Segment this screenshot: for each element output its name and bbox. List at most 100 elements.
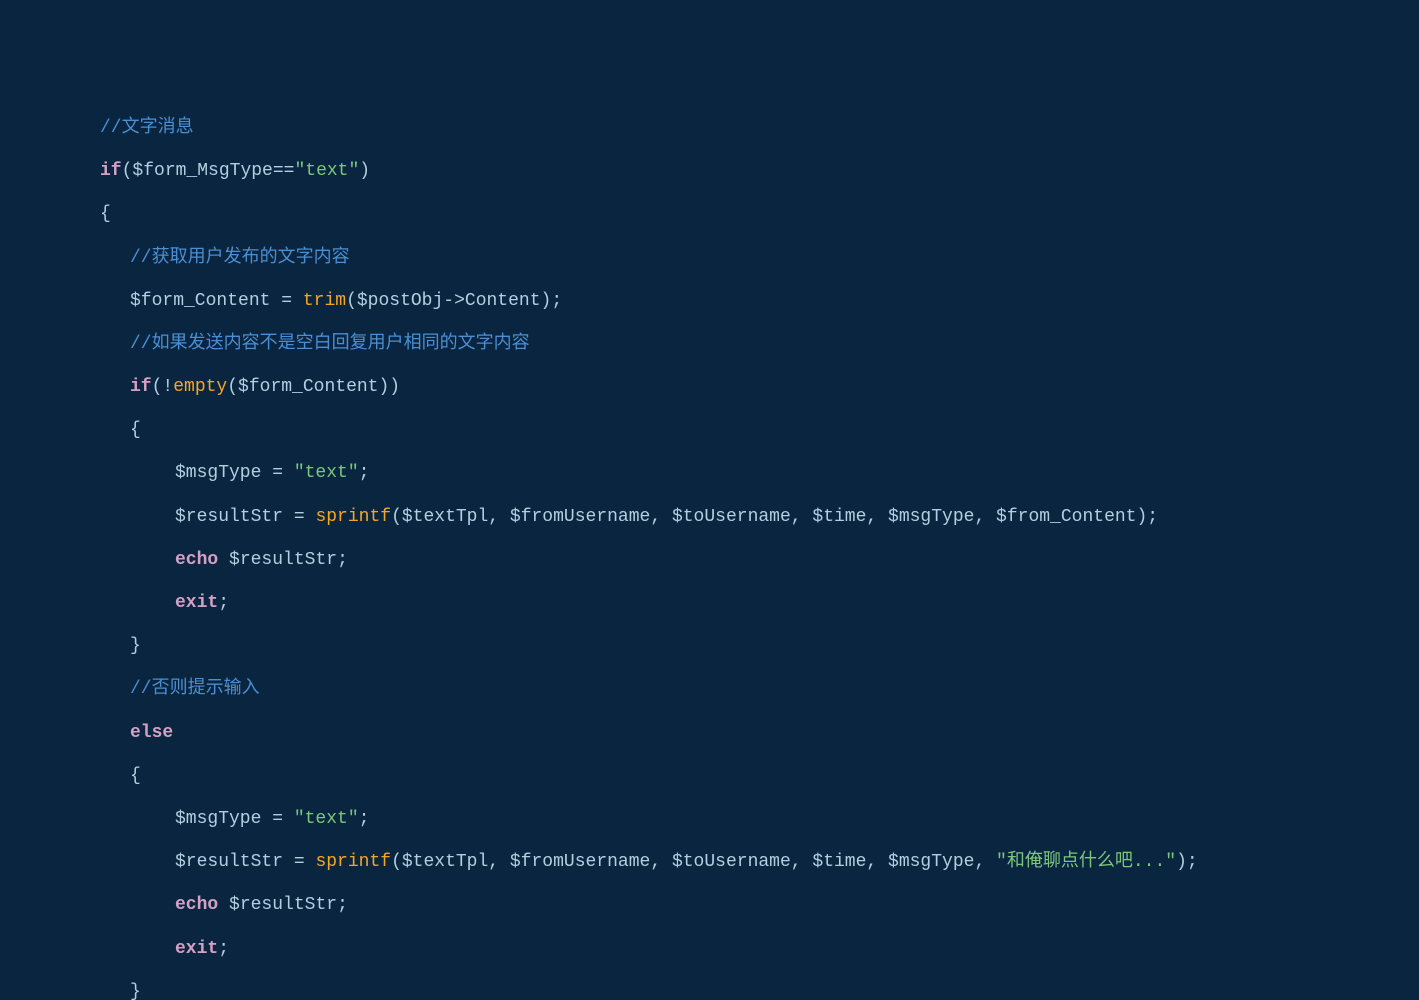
operator: = bbox=[261, 463, 293, 483]
paren: ( bbox=[122, 161, 133, 181]
comma: , bbox=[974, 507, 996, 527]
variable: $resultStr bbox=[175, 507, 283, 527]
function-call: trim bbox=[303, 291, 346, 311]
keyword-exit: exit bbox=[175, 939, 218, 959]
function-call: empty bbox=[173, 377, 227, 397]
paren: ); bbox=[1176, 852, 1198, 872]
keyword-if: if bbox=[130, 377, 152, 397]
brace: { bbox=[130, 420, 141, 440]
code-line: //获取用户发布的文字内容 bbox=[0, 248, 1419, 270]
code-line: exit; bbox=[0, 939, 1419, 961]
code-line: if(!empty($form_Content)) bbox=[0, 377, 1419, 399]
brace: } bbox=[130, 982, 141, 1000]
code-line: { bbox=[0, 766, 1419, 788]
comma: , bbox=[791, 852, 813, 872]
string-literal: "text" bbox=[294, 463, 359, 483]
comma: , bbox=[866, 507, 888, 527]
paren: ) bbox=[359, 161, 370, 181]
brace: { bbox=[130, 766, 141, 786]
variable: $from_Content bbox=[996, 507, 1136, 527]
keyword-if: if bbox=[100, 161, 122, 181]
variable: $toUsername bbox=[672, 852, 791, 872]
code-line: } bbox=[0, 982, 1419, 1000]
function-call: sprintf bbox=[315, 507, 391, 527]
code-line: { bbox=[0, 420, 1419, 442]
code-line: exit; bbox=[0, 593, 1419, 615]
operator: = bbox=[270, 291, 302, 311]
paren: )) bbox=[378, 377, 400, 397]
comment-text: //如果发送内容不是空白回复用户相同的文字内容 bbox=[130, 334, 530, 354]
semicolon: ; bbox=[218, 593, 229, 613]
semicolon: ; bbox=[218, 939, 229, 959]
paren: ); bbox=[541, 291, 563, 311]
paren: ( bbox=[391, 852, 402, 872]
comma: , bbox=[488, 852, 510, 872]
variable: $form_Content bbox=[238, 377, 378, 397]
code-line: //如果发送内容不是空白回复用户相同的文字内容 bbox=[0, 334, 1419, 356]
code-line: $resultStr = sprintf($textTpl, $fromUser… bbox=[0, 852, 1419, 874]
code-line: $form_Content = trim($postObj->Content); bbox=[0, 291, 1419, 313]
comma: , bbox=[650, 507, 672, 527]
variable: $time bbox=[812, 852, 866, 872]
code-line: $msgType = "text"; bbox=[0, 809, 1419, 831]
variable: $msgType bbox=[888, 507, 974, 527]
semicolon: ; bbox=[337, 895, 348, 915]
paren: ( bbox=[391, 507, 402, 527]
code-line: echo $resultStr; bbox=[0, 550, 1419, 572]
code-line: //否则提示输入 bbox=[0, 679, 1419, 701]
semicolon: ; bbox=[359, 809, 370, 829]
variable: $fromUsername bbox=[510, 852, 650, 872]
keyword-echo: echo bbox=[175, 550, 218, 570]
variable: $form_Content bbox=[130, 291, 270, 311]
code-line: $msgType = "text"; bbox=[0, 463, 1419, 485]
keyword-echo: echo bbox=[175, 895, 218, 915]
comma: , bbox=[650, 852, 672, 872]
brace: } bbox=[130, 636, 141, 656]
code-editor: //文字消息 if($form_MsgType=="text") { //获取用… bbox=[0, 96, 1419, 1000]
paren: ); bbox=[1136, 507, 1158, 527]
variable: $textTpl bbox=[402, 852, 488, 872]
code-line: if($form_MsgType=="text") bbox=[0, 161, 1419, 183]
code-line: } bbox=[0, 636, 1419, 658]
paren: (! bbox=[152, 377, 174, 397]
string-literal: "text" bbox=[294, 161, 359, 181]
semicolon: ; bbox=[359, 463, 370, 483]
variable: $msgType bbox=[888, 852, 974, 872]
string-literal: "和俺聊点什么吧..." bbox=[996, 852, 1176, 872]
brace: { bbox=[100, 204, 111, 224]
variable: $toUsername bbox=[672, 507, 791, 527]
space bbox=[218, 895, 229, 915]
code-line: //文字消息 bbox=[0, 118, 1419, 140]
comma: , bbox=[974, 852, 996, 872]
variable: $resultStr bbox=[229, 550, 337, 570]
paren: ( bbox=[346, 291, 357, 311]
code-line: { bbox=[0, 204, 1419, 226]
code-line: $resultStr = sprintf($textTpl, $fromUser… bbox=[0, 507, 1419, 529]
comment-text: //否则提示输入 bbox=[130, 679, 260, 699]
variable: $postObj bbox=[357, 291, 443, 311]
variable: $resultStr bbox=[175, 852, 283, 872]
property: Content bbox=[465, 291, 541, 311]
variable: $time bbox=[812, 507, 866, 527]
variable: $fromUsername bbox=[510, 507, 650, 527]
function-call: sprintf bbox=[315, 852, 391, 872]
operator: = bbox=[283, 507, 315, 527]
keyword-else: else bbox=[130, 723, 173, 743]
variable: $msgType bbox=[175, 463, 261, 483]
comment-text: //获取用户发布的文字内容 bbox=[130, 248, 350, 268]
arrow-operator: -> bbox=[443, 291, 465, 311]
code-line: else bbox=[0, 723, 1419, 745]
comment-text: //文字消息 bbox=[100, 118, 194, 138]
operator: = bbox=[283, 852, 315, 872]
string-literal: "text" bbox=[294, 809, 359, 829]
variable: $form_MsgType bbox=[132, 161, 272, 181]
operator: == bbox=[273, 161, 295, 181]
paren: ( bbox=[227, 377, 238, 397]
operator: = bbox=[261, 809, 293, 829]
space bbox=[218, 550, 229, 570]
variable: $msgType bbox=[175, 809, 261, 829]
comma: , bbox=[866, 852, 888, 872]
code-line: echo $resultStr; bbox=[0, 895, 1419, 917]
keyword-exit: exit bbox=[175, 593, 218, 613]
comma: , bbox=[791, 507, 813, 527]
